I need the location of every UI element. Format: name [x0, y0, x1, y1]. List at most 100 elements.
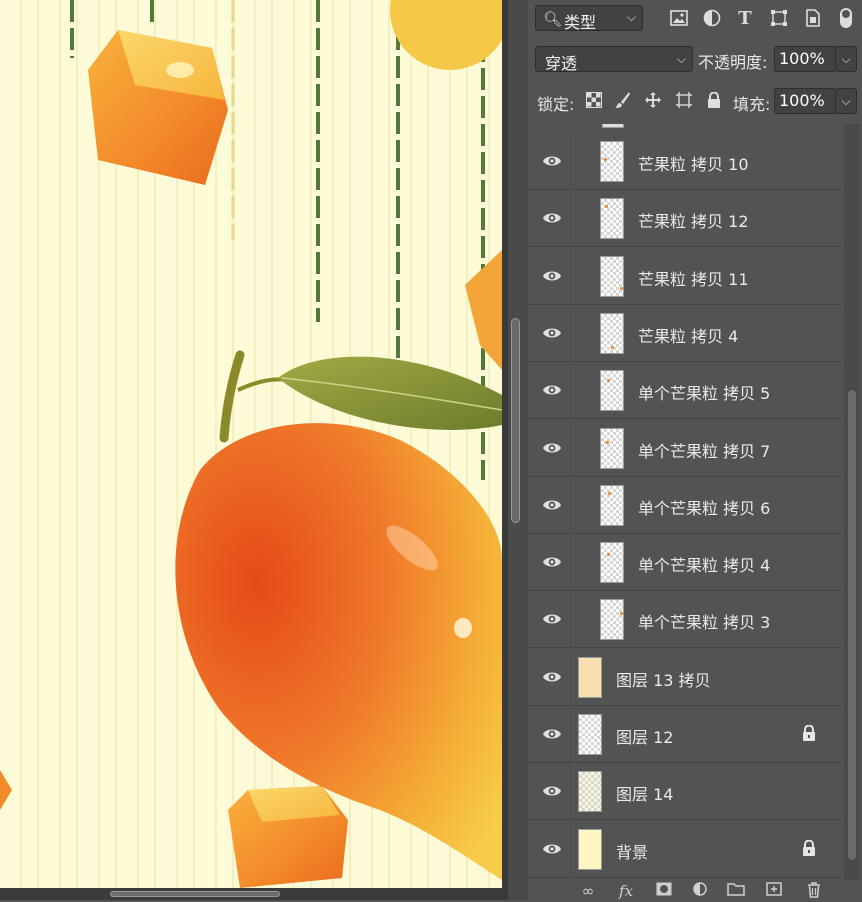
layer-name[interactable]: 芒果粒 拷贝 12 — [638, 208, 749, 232]
visibility-eye-icon[interactable] — [542, 209, 562, 227]
visibility-eye-icon[interactable] — [542, 324, 562, 342]
thumbnail-content-mark — [606, 440, 609, 444]
document-canvas[interactable] — [0, 0, 502, 888]
layer-style-fx-icon[interactable]: fx — [616, 882, 636, 900]
layers-list[interactable]: 芒果粒 拷贝 10 芒果粒 拷贝 12 芒果粒 拷贝 11 芒果粒 拷贝 4 单个芒果粒… — [528, 124, 842, 880]
filter-pixel-icon[interactable] — [668, 7, 690, 29]
fill-input[interactable]: 100% — [774, 88, 836, 114]
layer-thumbnail — [600, 255, 624, 297]
layer-name[interactable]: 单个芒果粒 拷贝 6 — [638, 495, 770, 519]
visibility-eye-icon[interactable] — [542, 381, 562, 399]
layer-row[interactable]: 单个芒果粒 拷贝 3 — [528, 592, 842, 649]
delete-layer-trash-icon[interactable] — [804, 882, 824, 900]
blend-mode-select[interactable]: 穿透 ⌵ — [535, 46, 693, 73]
thumbnail-content-mark — [608, 491, 611, 495]
chevron-down-icon: ⌵ — [626, 10, 636, 24]
canvas-vscroll-thumb[interactable] — [511, 318, 520, 523]
new-adjustment-layer-icon[interactable] — [690, 882, 710, 900]
visibility-column-divider — [570, 420, 571, 477]
layer-row[interactable]: 图层 13 拷贝 — [528, 649, 842, 706]
layer-name[interactable]: 背景 — [616, 839, 648, 863]
filter-toggle[interactable] — [834, 7, 858, 29]
layer-row[interactable]: 图层 14 — [528, 764, 842, 821]
layer-name[interactable]: 单个芒果粒 拷贝 7 — [638, 438, 770, 462]
layer-row[interactable]: 单个芒果粒 拷贝 4 — [528, 535, 842, 592]
filter-adjustment-icon[interactable] — [701, 7, 723, 29]
layer-name[interactable]: 图层 14 — [616, 781, 673, 805]
lock-brush-icon[interactable] — [613, 90, 633, 110]
filter-shape-icon[interactable] — [768, 7, 790, 29]
visibility-eye-icon[interactable] — [542, 152, 562, 170]
layer-row[interactable]: 芒果粒 拷贝 10 — [528, 134, 842, 190]
canvas-horizontal-scrollbar[interactable] — [0, 888, 502, 900]
lock-move-icon[interactable] — [643, 90, 663, 110]
layer-row[interactable]: 单个芒果粒 拷贝 6 — [528, 477, 842, 534]
thumbnail-content-mark — [611, 345, 614, 349]
visibility-eye-icon[interactable] — [542, 725, 562, 743]
fill-dropdown[interactable]: ⌵ — [835, 88, 857, 114]
lock-artboard-icon[interactable] — [674, 90, 694, 110]
filter-type-select[interactable]: 🔍︎ 类型 ⌵ — [535, 5, 643, 32]
layer-thumbnail — [578, 714, 602, 755]
layer-lock-icon — [802, 839, 818, 858]
layer-thumbnail — [600, 198, 624, 240]
thumbnail-content-mark — [620, 612, 623, 616]
opacity-input[interactable]: 100% — [774, 46, 836, 72]
layer-row[interactable]: 图层 12 — [528, 707, 842, 763]
layer-row[interactable]: 芒果粒 拷贝 12 — [528, 191, 842, 248]
visibility-eye-icon[interactable] — [542, 782, 562, 800]
thumbnail-content-mark — [605, 205, 608, 209]
visibility-column-divider — [570, 707, 571, 763]
layer-thumbnail — [600, 141, 624, 182]
layers-scroll-thumb[interactable] — [848, 390, 856, 860]
new-layer-icon[interactable] — [764, 882, 784, 900]
visibility-column-divider — [570, 764, 571, 821]
filter-type-text-icon[interactable]: T — [734, 7, 756, 29]
visibility-eye-icon[interactable] — [542, 439, 562, 457]
visibility-eye-icon[interactable] — [542, 840, 562, 858]
layer-thumbnail — [600, 312, 624, 354]
layer-thumbnail — [600, 542, 624, 584]
layer-row[interactable]: 单个芒果粒 拷贝 7 — [528, 420, 842, 477]
layer-row[interactable]: 芒果粒 拷贝 11 — [528, 248, 842, 305]
layer-thumbnail — [578, 771, 602, 813]
lock-transparent-icon[interactable] — [584, 90, 604, 110]
visibility-column-divider — [570, 134, 571, 190]
layer-row[interactable]: 芒果粒 拷贝 4 — [528, 305, 842, 362]
layer-name[interactable]: 单个芒果粒 拷贝 4 — [638, 552, 770, 576]
layer-name[interactable]: 图层 13 拷贝 — [616, 667, 711, 691]
link-layers-icon[interactable]: ∞ — [578, 882, 598, 900]
add-mask-icon[interactable] — [654, 882, 674, 900]
layer-thumbnail — [578, 656, 602, 698]
layer-thumbnail — [600, 484, 624, 526]
visibility-eye-icon[interactable] — [542, 610, 562, 628]
thumbnail-content-mark — [607, 379, 610, 383]
layer-row[interactable]: 背景 — [528, 821, 842, 878]
layer-row[interactable]: 单个芒果粒 拷贝 5 — [528, 363, 842, 420]
layer-thumbnail — [600, 427, 624, 469]
new-group-folder-icon[interactable] — [726, 882, 746, 900]
lock-fill-bar: 锁定: 填充: 100% ⌵ — [528, 86, 862, 116]
layer-name[interactable]: 图层 12 — [616, 724, 673, 748]
layer-name[interactable]: 单个芒果粒 拷贝 5 — [638, 380, 770, 404]
canvas-vertical-scrollbar[interactable] — [508, 0, 528, 900]
lock-all-icon[interactable] — [704, 90, 724, 110]
partial-layer-thumbnail — [602, 124, 624, 128]
layer-name[interactable]: 单个芒果粒 拷贝 3 — [638, 609, 770, 633]
visibility-column-divider — [570, 191, 571, 248]
visibility-eye-icon[interactable] — [542, 267, 562, 285]
layer-name[interactable]: 芒果粒 拷贝 4 — [638, 323, 738, 347]
visibility-eye-icon[interactable] — [542, 496, 562, 514]
filter-smart-object-icon[interactable] — [802, 7, 824, 29]
canvas-hscroll-thumb[interactable] — [110, 891, 280, 897]
visibility-eye-icon[interactable] — [542, 668, 562, 686]
layers-panel: 🔍︎ 类型 ⌵ T 穿透 ⌵ 不透明度: 100% ⌵ 锁定: 填充: 100%… — [528, 0, 862, 900]
layers-scrollbar[interactable] — [844, 124, 860, 880]
opacity-dropdown[interactable]: ⌵ — [835, 46, 857, 72]
layer-name[interactable]: 芒果粒 拷贝 10 — [638, 151, 749, 175]
layer-name[interactable]: 芒果粒 拷贝 11 — [638, 266, 749, 290]
layer-filter-bar: 🔍︎ 类型 ⌵ T — [528, 0, 862, 38]
thumbnail-content-mark — [620, 286, 623, 290]
visibility-column-divider — [570, 649, 571, 706]
visibility-eye-icon[interactable] — [542, 553, 562, 571]
